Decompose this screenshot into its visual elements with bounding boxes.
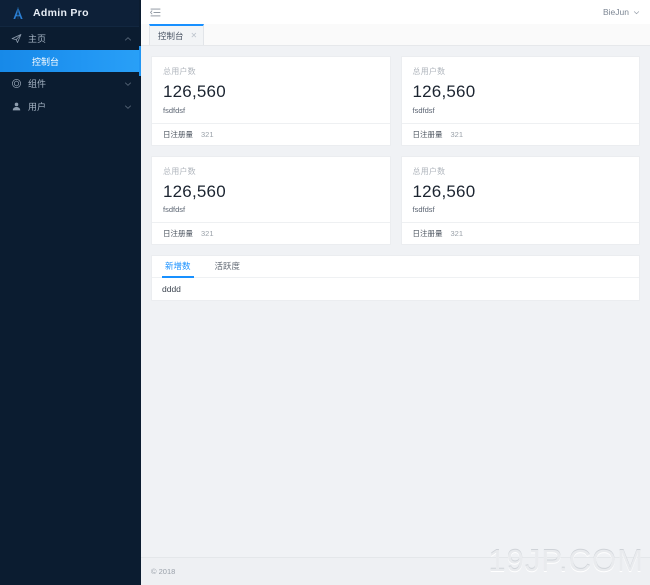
chevron-down-icon[interactable] [123,102,132,111]
stat-card-footer: 日注册量 321 [401,222,639,244]
stat-card-footer-label: 日注册量 [412,129,443,139]
letter-a-logo-icon [10,5,26,21]
stat-card-subtext: fsdfdsf [412,105,435,115]
metrics-panel: 新增数 活跃度 dddd [151,255,640,302]
box-component-icon [10,78,22,90]
stat-card-value: 126,560 [412,181,476,201]
stat-card-footer: 日注册量 321 [152,222,390,244]
sidebar-brand[interactable]: Admin Pro [0,0,141,27]
content-scroll-area: 总用户数 126,560 fsdfdsf 日注册量 321 总用户数 126,5… [141,46,650,557]
stat-card-footer-value: 321 [201,129,214,139]
sidebar-menu: 主页 控制台 组件 用户 [0,27,141,118]
stat-card-subtext: fsdfdsf [163,205,186,215]
send-plane-icon [10,33,22,45]
stat-card-footer-label: 日注册量 [163,129,193,139]
close-icon[interactable]: ✕ [191,31,198,40]
sidebar-item-dashboard-label: 控制台 [32,56,60,67]
footer-copyright: © 2018 [151,567,176,576]
user-menu-name: BieJun [603,7,629,17]
stat-card-footer-value: 321 [450,129,464,139]
stat-card-footer-value: 321 [201,229,214,239]
tab-activity-label: 活跃度 [214,261,241,272]
stat-card: 总用户数 126,560 fsdfdsf 日注册量 321 [151,155,391,246]
stat-card: 总用户数 126,560 fsdfdsf 日注册量 321 [151,56,391,146]
sidebar-item-dashboard[interactable]: 控制台 [0,50,141,72]
stat-card-footer-label: 日注册量 [412,229,443,239]
page-tab-bar: 控制台 ✕ [141,24,650,46]
menu-fold-icon[interactable] [148,5,162,19]
stat-card-footer-value: 321 [450,229,464,239]
stat-card: 总用户数 126,560 fsdfdsf 日注册量 321 [400,155,640,246]
stat-card-footer: 日注册量 321 [401,122,639,145]
page-tab-dashboard[interactable]: 控制台 ✕ [149,24,205,45]
chevron-up-icon[interactable] [123,34,132,43]
stat-card-title: 总用户数 [412,166,446,176]
sidebar-item-home-label: 主页 [28,34,47,44]
metrics-panel-body: dddd [162,284,181,295]
sidebar-brand-title: Admin Pro [33,7,89,19]
stat-card-value: 126,560 [163,82,226,101]
user-menu[interactable]: BieJun [603,7,640,17]
top-header: BieJun [141,0,650,24]
stat-card-footer-label: 日注册量 [163,229,193,239]
sidebar-item-components[interactable]: 组件 [0,72,141,95]
tab-new-count[interactable]: 新增数 [162,256,194,279]
stat-card-grid: 总用户数 126,560 fsdfdsf 日注册量 321 总用户数 126,5… [151,56,640,246]
stat-card-value: 126,560 [412,82,476,101]
main-region: BieJun 控制台 ✕ 总用户数 126,560 fsdfdsf 日注册量 3… [141,0,650,585]
sidebar: Admin Pro 主页 控制台 组件 用户 [0,0,141,585]
stat-card-subtext: fsdfdsf [163,105,186,115]
stat-card-title: 总用户数 [163,67,196,76]
user-person-icon [10,101,22,113]
sidebar-item-components-label: 组件 [28,79,47,89]
stat-card-footer: 日注册量 321 [152,122,390,145]
sidebar-item-users[interactable]: 用户 [0,95,141,118]
chevron-down-icon [633,9,640,16]
metrics-panel-tabs: 新增数 活跃度 [152,256,639,279]
stat-card-title: 总用户数 [163,166,196,176]
chevron-down-icon[interactable] [123,79,132,88]
stat-card: 总用户数 126,560 fsdfdsf 日注册量 321 [400,56,640,146]
tab-new-count-label: 新增数 [165,261,191,272]
tab-activity[interactable]: 活跃度 [212,256,244,278]
stat-card-value: 126,560 [163,181,226,201]
stat-card-subtext: fsdfdsf [412,205,435,215]
sidebar-item-home[interactable]: 主页 [0,27,141,50]
stat-card-title: 总用户数 [412,67,446,76]
page-tab-label: 控制台 [158,30,184,41]
page-footer: © 2018 [141,557,650,585]
admin-dashboard-app: Admin Pro 主页 控制台 组件 用户 BieJun 控制台 ✕ 总用户数… [0,0,650,585]
sidebar-item-users-label: 用户 [28,102,47,112]
